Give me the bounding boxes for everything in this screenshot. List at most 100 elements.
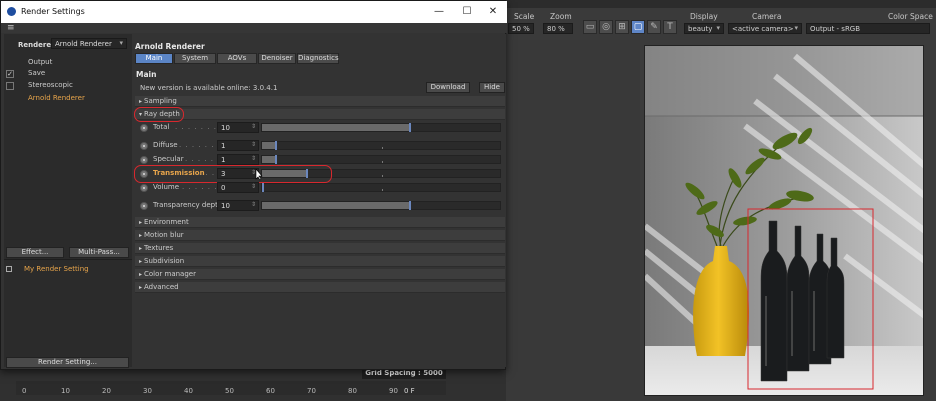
- color-space-field[interactable]: Output - sRGB: [806, 23, 930, 34]
- hamburger-menu-icon[interactable]: ≡: [7, 23, 15, 33]
- keyframe-radio-icon[interactable]: [140, 156, 148, 164]
- section-subdivision[interactable]: ▸ Subdivision: [135, 256, 505, 267]
- tree-item-output[interactable]: Output: [25, 57, 130, 68]
- tree-item-arnold-renderer[interactable]: Arnold Renderer: [25, 93, 130, 104]
- render-preview-image: [644, 45, 924, 396]
- camera-label: Camera: [752, 12, 782, 21]
- section-label: Advanced: [144, 283, 179, 291]
- mouse-cursor-icon: [255, 169, 263, 181]
- renderer-select[interactable]: Arnold Renderer: [51, 38, 127, 49]
- ruler-tick: 0: [22, 387, 27, 395]
- display-select[interactable]: beauty: [684, 23, 724, 34]
- ruler-tick: 80: [348, 387, 357, 395]
- param-value-field[interactable]: 10: [217, 200, 259, 211]
- close-icon[interactable]: ✕: [483, 4, 503, 19]
- tree-item-save[interactable]: Save: [25, 68, 130, 79]
- window-titlebar[interactable]: Render Settings — ☐ ✕: [1, 1, 507, 23]
- scale-field[interactable]: 50 %: [508, 23, 534, 34]
- ruler-tick: 60: [266, 387, 275, 395]
- section-label: Environment: [144, 218, 189, 226]
- app-logo-icon: [7, 7, 16, 16]
- frame-icon[interactable]: ▢: [631, 20, 645, 34]
- param-slider[interactable]: [261, 201, 501, 210]
- crop-icon[interactable]: ⊞: [615, 20, 629, 34]
- region-icon[interactable]: ▭: [583, 20, 597, 34]
- section-color-manager[interactable]: ▸ Color manager: [135, 269, 505, 280]
- ruler-tick: 40: [184, 387, 193, 395]
- minimize-icon[interactable]: —: [429, 4, 449, 19]
- param-diffuse: Diffuse . . . . . . . . 1: [137, 140, 505, 152]
- tx-icon[interactable]: T: [663, 20, 677, 34]
- section-environment[interactable]: ▸ Environment: [135, 217, 505, 228]
- zoom-field[interactable]: 80 %: [543, 23, 573, 34]
- hide-button[interactable]: Hide: [479, 82, 505, 93]
- download-button[interactable]: Download: [426, 82, 470, 93]
- param-slider[interactable]: [261, 155, 501, 164]
- keyframe-radio-icon[interactable]: [140, 124, 148, 132]
- slider-knob[interactable]: [262, 183, 264, 192]
- tree-item-stereoscopic[interactable]: Stereoscopic: [25, 80, 130, 91]
- zoom-label: Zoom: [550, 12, 572, 21]
- slider-fill: [262, 202, 410, 209]
- param-value-field[interactable]: 0: [217, 182, 259, 193]
- keyframe-radio-icon[interactable]: [140, 142, 148, 150]
- tab-system[interactable]: System: [174, 53, 216, 64]
- slider-fill: [262, 142, 276, 149]
- param-slider[interactable]: [261, 141, 501, 150]
- section-label: Color manager: [144, 270, 196, 278]
- multi-pass-button[interactable]: Multi-Pass...: [69, 247, 129, 258]
- section-advanced[interactable]: ▸ Advanced: [135, 282, 505, 293]
- slider-tick: [382, 147, 383, 149]
- param-value-field[interactable]: 10: [217, 122, 259, 133]
- frame-field[interactable]: 0 F: [404, 387, 415, 395]
- camera-select[interactable]: <active camera>: [728, 23, 802, 34]
- slider-fill: [262, 124, 410, 131]
- tab-main[interactable]: Main: [135, 53, 173, 64]
- param-total: Total . . . . . . . . . 10: [137, 122, 505, 134]
- render-setting-button[interactable]: Render Setting...: [6, 357, 129, 368]
- window-menu-bar: ≡: [1, 23, 507, 33]
- display-label: Display: [690, 12, 718, 21]
- slider-knob[interactable]: [409, 123, 411, 132]
- stereoscopic-checkbox[interactable]: [6, 82, 14, 90]
- section-label: Subdivision: [144, 257, 185, 265]
- section-label: Sampling: [144, 97, 177, 105]
- param-label: Specular: [153, 155, 184, 163]
- param-label: Volume: [153, 183, 180, 191]
- render-setting-item[interactable]: My Render Setting: [24, 265, 89, 273]
- param-value-field[interactable]: 1: [217, 140, 259, 151]
- ruler-tick: 70: [307, 387, 316, 395]
- param-value-field[interactable]: 1: [217, 154, 259, 165]
- render-settings-window: Render Settings — ☐ ✕ ≡ Renderer Arnold …: [0, 0, 507, 370]
- scale-label: Scale: [514, 12, 535, 21]
- tab-diagnostics[interactable]: Diagnostics: [297, 53, 339, 64]
- effect-button[interactable]: Effect...: [6, 247, 64, 258]
- param-slider[interactable]: [261, 183, 501, 192]
- section-textures[interactable]: ▸ Textures: [135, 243, 505, 254]
- section-motion-blur[interactable]: ▸ Motion blur: [135, 230, 505, 241]
- slider-tick: [382, 161, 383, 163]
- update-message: New version is available online: 3.0.4.1: [140, 84, 278, 92]
- tab-denoiser[interactable]: Denoiser: [258, 53, 296, 64]
- slider-tick: [382, 189, 383, 191]
- slider-knob[interactable]: [275, 141, 277, 150]
- section-sampling[interactable]: ▸ Sampling: [135, 96, 505, 107]
- brush-icon[interactable]: ✎: [647, 20, 661, 34]
- slider-tick: [382, 175, 383, 177]
- keyframe-radio-icon[interactable]: [140, 184, 148, 192]
- globe-icon[interactable]: ◎: [599, 20, 613, 34]
- frame-ruler[interactable]: 0 10 20 30 40 50 60 70 80 90 0 F: [16, 381, 446, 395]
- slider-knob[interactable]: [409, 201, 411, 210]
- window-title: Render Settings: [21, 7, 85, 16]
- section-ray-depth[interactable]: ▾ Ray depth: [135, 109, 505, 120]
- param-volume: Volume . . . . . . . . 0: [137, 182, 505, 194]
- tab-aovs[interactable]: AOVs: [217, 53, 257, 64]
- slider-knob[interactable]: [275, 155, 277, 164]
- ruler-tick: 90: [389, 387, 398, 395]
- keyframe-radio-icon[interactable]: [140, 202, 148, 210]
- save-checkbox[interactable]: ✓: [6, 70, 14, 78]
- expand-arrow-icon: ▸: [139, 98, 143, 105]
- maximize-icon[interactable]: ☐: [457, 4, 477, 19]
- expand-arrow-icon: ▸: [139, 258, 143, 265]
- param-slider[interactable]: [261, 123, 501, 132]
